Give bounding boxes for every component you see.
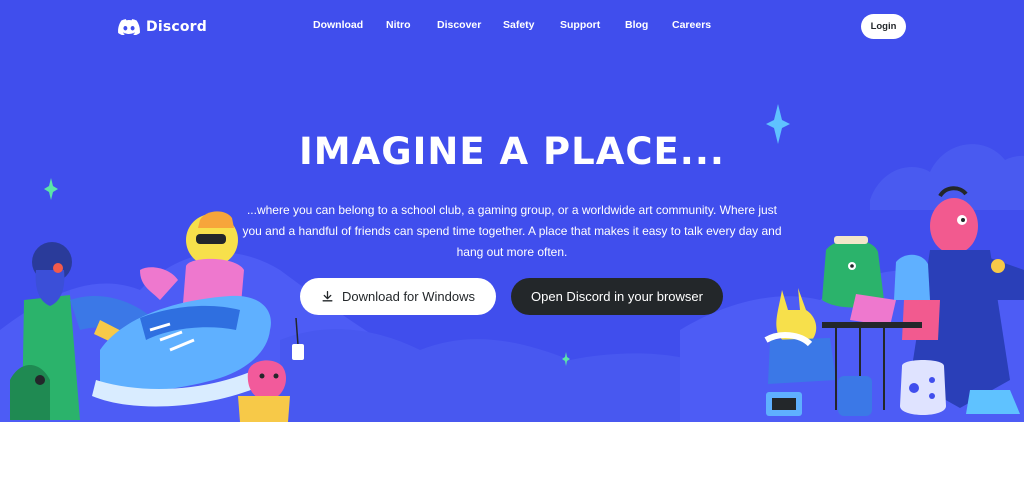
login-button[interactable]: Login [861, 14, 906, 39]
top-navbar: Discord Download Nitro Discover Safety S… [0, 0, 1024, 52]
nav-link-careers[interactable]: Careers [672, 19, 711, 31]
below-hero-section [0, 422, 1024, 486]
nav-link-safety[interactable]: Safety [503, 19, 535, 31]
hero-section: Discord Download Nitro Discover Safety S… [0, 0, 1024, 422]
nav-link-blog[interactable]: Blog [625, 19, 648, 31]
sparkle-green-icon [44, 178, 58, 200]
nav-link-nitro[interactable]: Nitro [386, 19, 411, 31]
hero-subtext: ...where you can belong to a school club… [242, 203, 782, 259]
character-pink-head [930, 198, 978, 254]
open-in-browser-button[interactable]: Open Discord in your browser [511, 278, 723, 315]
nav-link-discover[interactable]: Discover [437, 19, 481, 31]
browser-button-label: Open Discord in your browser [531, 289, 703, 304]
background-hills-center [280, 329, 720, 422]
hero-headline: IMAGINE A PLACE... [299, 130, 725, 173]
download-for-windows-button[interactable]: Download for Windows [300, 278, 496, 315]
nav-link-download[interactable]: Download [313, 19, 363, 31]
nav-link-support[interactable]: Support [560, 19, 600, 31]
download-button-label: Download for Windows [342, 289, 475, 304]
download-icon [322, 290, 333, 302]
controller-icon [900, 360, 946, 415]
